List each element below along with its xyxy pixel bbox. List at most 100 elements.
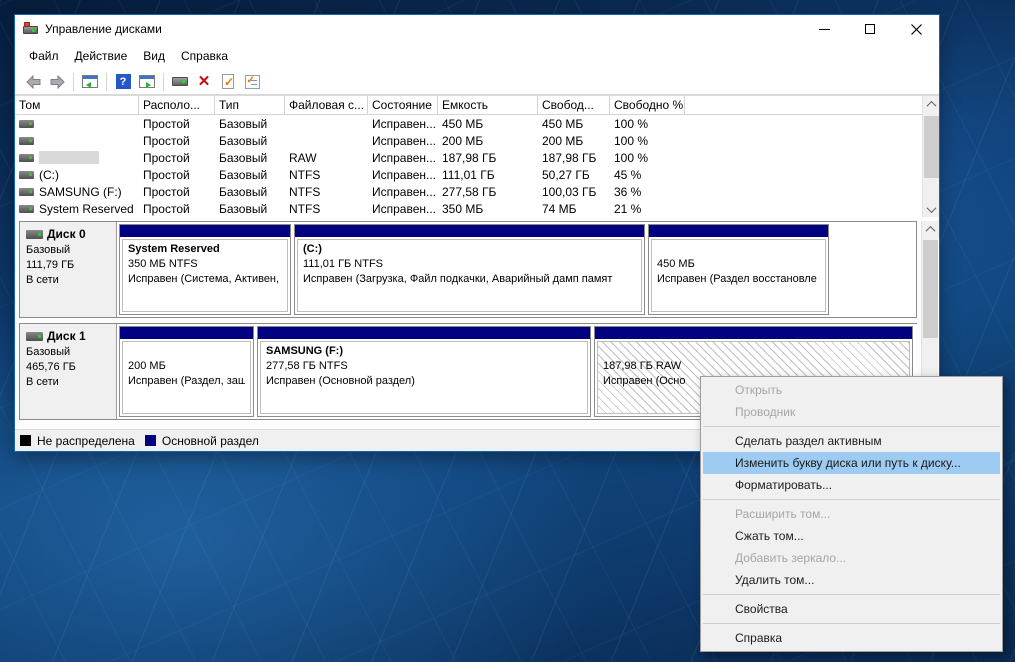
partition-efi[interactable]: 200 МБ Исправен (Раздел, заш: [119, 326, 254, 417]
disk-view-button[interactable]: [168, 71, 192, 93]
menu-item-properties[interactable]: Свойства: [703, 598, 1000, 620]
cell-free: 74 МБ: [542, 201, 577, 216]
column-header-volume[interactable]: Том: [15, 96, 139, 114]
menu-item-format[interactable]: Форматировать...: [703, 474, 1000, 496]
menu-help[interactable]: Справка: [173, 46, 236, 66]
cell-capacity: 450 МБ: [442, 116, 484, 131]
partition-samsung-f[interactable]: SAMSUNG (F:) 277,58 ГБ NTFS Исправен (Ос…: [257, 326, 591, 417]
cell-layout: Простой: [143, 133, 190, 148]
checklist-button[interactable]: [240, 71, 264, 93]
menu-item-mark-active[interactable]: Сделать раздел активным: [703, 430, 1000, 452]
menu-bar: Файл Действие Вид Справка: [15, 43, 939, 69]
cell-free-pct: 100 %: [614, 116, 649, 131]
cell-status: Исправен...: [372, 150, 437, 165]
back-button[interactable]: [21, 71, 45, 93]
title-bar[interactable]: Управление дисками: [15, 15, 939, 43]
partition-system-reserved[interactable]: System Reserved 350 МБ NTFS Исправен (Си…: [119, 224, 291, 315]
cell-type: Базовый: [219, 184, 268, 199]
table-row[interactable]: System Reserved Простой Базовый NTFS Исп…: [15, 200, 939, 217]
column-header-type[interactable]: Тип: [215, 96, 285, 114]
volume-icon: [19, 170, 34, 179]
scroll-up-button[interactable]: [922, 221, 939, 238]
disk-management-app-icon: [23, 21, 39, 37]
partition-status: Исправен (Загрузка, Файл подкачки, Авари…: [303, 273, 613, 285]
volume-icon: [19, 136, 34, 145]
cell-free-pct: 100 %: [614, 133, 649, 148]
delete-icon: ✕: [197, 73, 211, 90]
table-row[interactable]: Простой Базовый Исправен... 200 МБ 200 М…: [15, 132, 939, 149]
menu-action[interactable]: Действие: [67, 46, 136, 66]
partition-title: [603, 344, 904, 359]
partition-status: Исправен (Система, Активен,: [128, 273, 280, 285]
column-header-capacity[interactable]: Емкость: [438, 96, 538, 114]
legend-primary-partition: Основной раздел: [144, 434, 259, 448]
check-document-icon: [222, 74, 234, 89]
menu-file[interactable]: Файл: [21, 46, 67, 66]
chevron-up-icon: [925, 225, 936, 236]
volume-name: System Reserved: [39, 201, 134, 216]
cell-status: Исправен...: [372, 201, 437, 216]
desktop-wallpaper: { "colors": { "accent_border": "#0f67b1"…: [0, 0, 1015, 662]
cell-free: 450 МБ: [542, 116, 584, 131]
disk-status: В сети: [26, 274, 59, 286]
close-button[interactable]: [893, 15, 939, 43]
partition-title: [657, 242, 820, 257]
volume-name: (C:): [39, 167, 59, 182]
toolbar-separator: [106, 72, 107, 91]
cell-free: 100,03 ГБ: [542, 184, 597, 199]
scrollbar-thumb[interactable]: [924, 116, 939, 178]
table-row-selected[interactable]: Простой Базовый RAW Исправен... 187,98 Г…: [15, 149, 939, 166]
scroll-up-button[interactable]: [923, 96, 939, 113]
minimize-button[interactable]: [801, 15, 847, 43]
cell-layout: Простой: [143, 116, 190, 131]
volume-icon: [19, 119, 34, 128]
cell-free-pct: 36 %: [614, 184, 642, 199]
menu-separator: [703, 426, 1000, 427]
menu-item-delete-volume[interactable]: Удалить том...: [703, 569, 1000, 591]
menu-item-change-drive-letter[interactable]: Изменить букву диска или путь к диску...: [703, 452, 1000, 474]
forward-button[interactable]: [45, 71, 69, 93]
maximize-button[interactable]: [847, 15, 893, 43]
chevron-up-icon: [926, 100, 937, 111]
column-header-filler: [685, 96, 939, 114]
action-pane-button[interactable]: [135, 71, 159, 93]
partition-size: 350 МБ NTFS: [128, 258, 198, 270]
disk0-label[interactable]: Диск 0 Базовый 111,79 ГБ В сети: [20, 222, 117, 317]
mark-partition-button[interactable]: [216, 71, 240, 93]
console-tree-button[interactable]: [78, 71, 102, 93]
disk1-label[interactable]: Диск 1 Базовый 465,76 ГБ В сети: [20, 324, 117, 419]
partition-recovery[interactable]: 450 МБ Исправен (Раздел восстановле: [648, 224, 829, 315]
cell-status: Исправен...: [372, 167, 437, 182]
menu-item-shrink-volume[interactable]: Сжать том...: [703, 525, 1000, 547]
partition-color-bar: [258, 327, 590, 339]
volume-list-scrollbar[interactable]: [922, 96, 939, 217]
menu-separator: [703, 499, 1000, 500]
scrollbar-thumb[interactable]: [923, 240, 938, 338]
cell-status: Исправен...: [372, 133, 437, 148]
table-row[interactable]: (C:) Простой Базовый NTFS Исправен... 11…: [15, 166, 939, 183]
partition-context-menu: Открыть Проводник Сделать раздел активны…: [700, 376, 1003, 652]
column-header-free-pct[interactable]: Свободно %: [610, 96, 685, 114]
column-header-layout[interactable]: Располо...: [139, 96, 215, 114]
help-button[interactable]: ?: [111, 71, 135, 93]
table-row[interactable]: Простой Базовый Исправен... 450 МБ 450 М…: [15, 115, 939, 132]
legend-unallocated: Не распределена: [20, 434, 135, 448]
menu-separator: [703, 623, 1000, 624]
disk-name: Диск 0: [47, 227, 86, 241]
disk-icon: [26, 230, 43, 239]
table-row[interactable]: SAMSUNG (F:) Простой Базовый NTFS Исправ…: [15, 183, 939, 200]
minimize-icon: [818, 28, 830, 30]
scroll-down-button[interactable]: [923, 201, 939, 217]
menu-item-add-mirror: Добавить зеркало...: [735, 551, 847, 565]
column-header-status[interactable]: Состояние: [368, 96, 438, 114]
column-header-free[interactable]: Свобод...: [538, 96, 610, 114]
selected-volume-highlight: [39, 151, 99, 164]
cell-type: Базовый: [219, 150, 268, 165]
partition-title: (C:): [303, 243, 322, 255]
menu-view[interactable]: Вид: [135, 46, 173, 66]
partition-color-bar: [120, 225, 290, 237]
menu-item-help[interactable]: Справка: [703, 627, 1000, 649]
delete-volume-button[interactable]: ✕: [192, 71, 216, 93]
column-header-filesystem[interactable]: Файловая с...: [285, 96, 368, 114]
partition-c-drive[interactable]: (C:) 111,01 ГБ NTFS Исправен (Загрузка, …: [294, 224, 645, 315]
